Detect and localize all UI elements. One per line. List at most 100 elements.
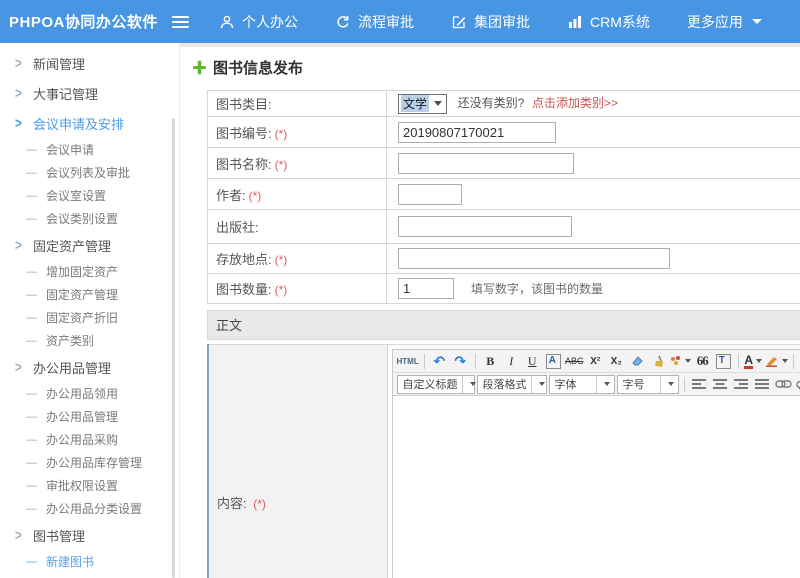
sidebar-item-asset-depreciation[interactable]: —固定资产折旧: [0, 306, 179, 329]
dash-icon: —: [26, 167, 37, 179]
book-name-input[interactable]: [398, 153, 574, 174]
required-mark: (*): [253, 497, 266, 511]
underline-button[interactable]: U: [523, 352, 542, 371]
nav-item-group-approval[interactable]: 集团审批: [451, 12, 530, 32]
nav-item-more-apps[interactable]: 更多应用: [687, 12, 762, 32]
italic-button[interactable]: I: [502, 352, 521, 371]
undo-button[interactable]: ↶: [430, 352, 449, 371]
table-row: 图书名称:(*): [208, 148, 800, 179]
sidebar-item-book-manage[interactable]: —图书管理: [0, 573, 179, 578]
sidebar-item-label: 会议申请: [46, 141, 94, 158]
paragraph-format-dropdown[interactable]: 段落格式: [477, 375, 547, 394]
remove-link-button[interactable]: [795, 375, 800, 394]
sidebar-group-memorabilia[interactable]: >大事记管理: [0, 78, 179, 108]
book-category-select[interactable]: 文学: [398, 94, 447, 114]
highlight-color-dropdown[interactable]: [765, 352, 788, 371]
sidebar-item-meeting-apply[interactable]: — 会议申请: [0, 138, 179, 161]
remove-format-eraser-button[interactable]: [628, 352, 647, 371]
sidebar-item-add-asset[interactable]: —增加固定资产: [0, 260, 179, 283]
align-left-button[interactable]: [690, 375, 709, 394]
theme-color-dropdown[interactable]: [670, 352, 691, 371]
group-approval-icon: [451, 14, 467, 30]
sidebar-item-asset-manage[interactable]: —固定资产管理: [0, 283, 179, 306]
font-color-dropdown[interactable]: A: [744, 352, 763, 371]
align-right-button[interactable]: [732, 375, 751, 394]
table-row: 作者:(*): [208, 179, 800, 210]
subscript-button[interactable]: X₂: [607, 352, 626, 371]
sidebar-item-label: 办公用品管理: [46, 408, 118, 425]
source-code-button[interactable]: HTML: [397, 352, 419, 371]
add-category-link[interactable]: 点击添加类别>>: [532, 96, 618, 110]
editor-toolbar-row2: 自定义标题 段落格式 字体: [393, 373, 800, 396]
selected-option: 文学: [401, 95, 429, 112]
navbar-menu: 个人办公 流程审批 集团审批: [219, 12, 762, 32]
sidebar-group-books[interactable]: >图书管理: [0, 520, 179, 550]
superscript-button[interactable]: X²: [586, 352, 605, 371]
location-input[interactable]: [398, 248, 670, 269]
sidebar-item-meeting-category[interactable]: —会议类别设置: [0, 207, 179, 230]
no-category-text: 还没有类别?: [458, 96, 525, 110]
sidebar-item-asset-category[interactable]: —资产类别: [0, 329, 179, 352]
sidebar-item-supplies-inventory[interactable]: —办公用品库存管理: [0, 451, 179, 474]
sidebar-item-supplies-claim[interactable]: —办公用品领用: [0, 382, 179, 405]
align-center-button[interactable]: [711, 375, 730, 394]
nav-item-crm[interactable]: CRM系统: [567, 12, 650, 32]
sidebar-item-new-book[interactable]: —新建图书: [0, 550, 179, 573]
font-style-button[interactable]: A: [546, 354, 561, 369]
field-label: 图书数量:: [216, 282, 272, 297]
blockquote-button[interactable]: 66: [693, 352, 712, 371]
sidebar-group-label: 固定资产管理: [33, 236, 111, 255]
sidebar-item-label: 办公用品领用: [46, 385, 118, 402]
font-size-dropdown[interactable]: 字号: [617, 375, 679, 394]
dash-icon: —: [26, 335, 37, 347]
menu-toggle-icon[interactable]: [172, 13, 189, 31]
sidebar-item-meeting-room[interactable]: —会议室设置: [0, 184, 179, 207]
dash-icon: —: [26, 289, 37, 301]
nav-item-personal-office[interactable]: 个人办公: [219, 12, 298, 32]
caret-down-icon: [752, 19, 762, 24]
editor-toolbar-row1: HTML ↶ ↷ B I U A ABC X²: [393, 350, 800, 373]
strikethrough-button[interactable]: ABC: [565, 352, 584, 371]
sidebar-item-approval-permission[interactable]: —审批权限设置: [0, 474, 179, 497]
custom-heading-dropdown[interactable]: 自定义标题: [397, 375, 475, 394]
sidebar-item-label: 审批权限设置: [46, 477, 118, 494]
chevron-right-icon: >: [15, 359, 22, 376]
required-mark: (*): [275, 253, 288, 267]
author-input[interactable]: [398, 184, 462, 205]
insert-link-button[interactable]: [774, 375, 793, 394]
caret-down-icon: [668, 382, 674, 386]
sidebar-item-supplies-purchase[interactable]: —办公用品采购: [0, 428, 179, 451]
flow-approval-icon: [335, 14, 351, 30]
page-title: 图书信息发布: [213, 57, 303, 78]
required-mark: (*): [275, 158, 288, 172]
publisher-input[interactable]: [398, 216, 572, 237]
sidebar-item-meeting-list[interactable]: — 会议列表及审批: [0, 161, 179, 184]
sidebar-group-fixed-assets[interactable]: >固定资产管理: [0, 230, 179, 260]
font-family-dropdown[interactable]: 字体: [549, 375, 615, 394]
redo-button[interactable]: ↷: [451, 352, 470, 371]
dash-icon: —: [26, 434, 37, 446]
field-label: 存放地点:: [216, 252, 272, 267]
sidebar-scrollbar[interactable]: [172, 118, 175, 578]
editor-content-area[interactable]: [393, 396, 800, 578]
sidebar-item-label: 会议列表及审批: [46, 164, 130, 181]
format-brush-button[interactable]: [649, 352, 668, 371]
sidebar-group-office-supplies[interactable]: >办公用品管理: [0, 352, 179, 382]
dash-icon: —: [26, 144, 37, 156]
sidebar-group-label: 图书管理: [33, 526, 85, 545]
align-justify-button[interactable]: [753, 375, 772, 394]
nav-label: 个人办公: [242, 12, 298, 32]
bold-button[interactable]: B: [481, 352, 500, 371]
required-mark: (*): [249, 189, 262, 203]
table-row: 出版社:: [208, 210, 800, 244]
chevron-right-icon: >: [15, 55, 22, 72]
nav-item-workflow-approval[interactable]: 流程审批: [335, 12, 414, 32]
sidebar-group-news[interactable]: >新闻管理: [0, 48, 179, 78]
book-code-input[interactable]: [398, 122, 556, 143]
sidebar-group-meeting[interactable]: >会议申请及安排: [0, 108, 179, 138]
paste-text-button[interactable]: T: [716, 354, 731, 369]
quantity-input[interactable]: [398, 278, 454, 299]
sidebar-item-supplies-manage[interactable]: —办公用品管理: [0, 405, 179, 428]
sidebar-item-label: 办公用品库存管理: [46, 454, 142, 471]
sidebar-item-supplies-category[interactable]: —办公用品分类设置: [0, 497, 179, 520]
